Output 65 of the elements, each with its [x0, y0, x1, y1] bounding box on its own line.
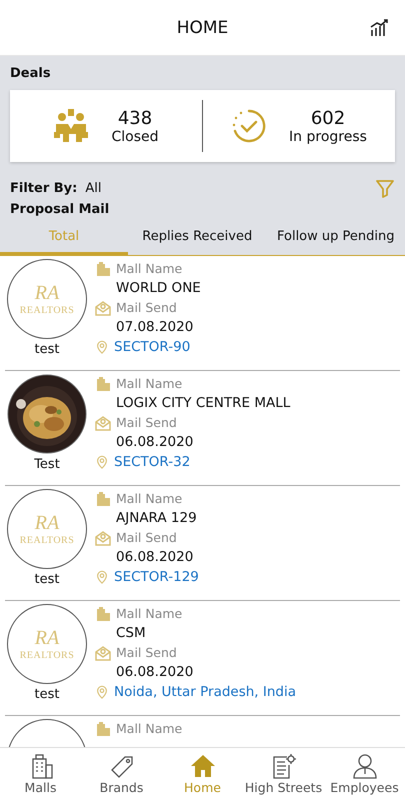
building-icon	[95, 606, 111, 622]
stat-value: 602	[310, 108, 346, 128]
home-icon	[190, 753, 216, 779]
mail-icon	[95, 414, 111, 430]
chart-icon[interactable]	[369, 18, 389, 38]
progress-check-icon	[231, 108, 268, 144]
tab[interactable]: Follow up Pending	[266, 223, 405, 255]
mall-name: CSM	[115, 624, 147, 643]
mail-send-label: Mail Send	[116, 530, 177, 545]
nav-item[interactable]: Malls	[0, 748, 81, 800]
mail-icon	[95, 530, 111, 546]
mail-send-label: Mail Send	[116, 645, 177, 660]
logo-text: REALTORS	[20, 305, 74, 316]
location-link[interactable]: SECTOR-129	[114, 568, 199, 584]
section-title: Deals	[9, 66, 52, 81]
tab[interactable]: Replies Received	[128, 223, 266, 255]
filter-value: All	[85, 180, 102, 196]
logo-text: REALTORS	[20, 535, 74, 546]
brand-name: Test	[34, 457, 60, 472]
mall-name-label: Mall Name	[116, 491, 182, 506]
list-gear-icon	[270, 753, 296, 779]
stat-value: 438	[118, 108, 152, 128]
logo-monogram: RA	[34, 512, 60, 535]
location-pin-icon	[95, 568, 109, 584]
mall-name-label: Mall Name	[116, 721, 182, 736]
nav-item[interactable]: Brands	[81, 748, 162, 800]
location-link[interactable]: Noida, Uttar Pradesh, India	[114, 684, 296, 700]
logo-text: REALTORS	[20, 650, 74, 661]
mall-name: AJNARA 129	[115, 509, 198, 528]
location-pin-icon	[95, 684, 109, 700]
location-pin-icon	[95, 454, 109, 470]
mall-name-label: Mall Name	[116, 606, 182, 621]
mail-date: 06.08.2020	[115, 663, 194, 682]
mall-name: LOGIX CITY CENTRE MALL	[115, 394, 290, 413]
building-icon	[95, 260, 111, 276]
location-link[interactable]: SECTOR-90	[114, 338, 190, 354]
brand-name: test	[34, 687, 60, 702]
brand-name: test	[34, 572, 60, 587]
section-title: Proposal Mail	[9, 201, 110, 217]
location-pin-icon	[95, 338, 109, 354]
logo-monogram: RA	[34, 627, 60, 650]
stat-label: Closed	[111, 128, 159, 144]
person-icon	[352, 753, 378, 779]
stat-label: In progress	[289, 128, 367, 144]
building-icon	[95, 376, 111, 392]
nav-item[interactable]: Employees	[324, 748, 405, 800]
brand-name: test	[34, 342, 60, 357]
handshake-people-icon	[53, 108, 90, 144]
logo-monogram: RA	[34, 282, 60, 305]
mail-date: 06.08.2020	[115, 548, 194, 567]
building-icon	[95, 490, 111, 506]
building-icon	[95, 720, 111, 736]
mail-send-label: Mail Send	[116, 415, 177, 430]
mail-date: 07.08.2020	[115, 318, 194, 337]
filter-label: Filter By:	[10, 180, 78, 196]
location-link[interactable]: SECTOR-32	[114, 454, 190, 470]
mail-icon	[95, 644, 111, 660]
page-title: HOME	[176, 18, 228, 38]
mall-name-label: Mall Name	[116, 261, 182, 276]
nav-item[interactable]: High Streets	[243, 748, 324, 800]
mail-icon	[95, 300, 111, 316]
mall-name: WORLD ONE	[115, 279, 201, 298]
mail-date: 06.08.2020	[115, 433, 194, 452]
mall-name-label: Mall Name	[116, 376, 182, 391]
mail-send-label: Mail Send	[116, 300, 177, 315]
